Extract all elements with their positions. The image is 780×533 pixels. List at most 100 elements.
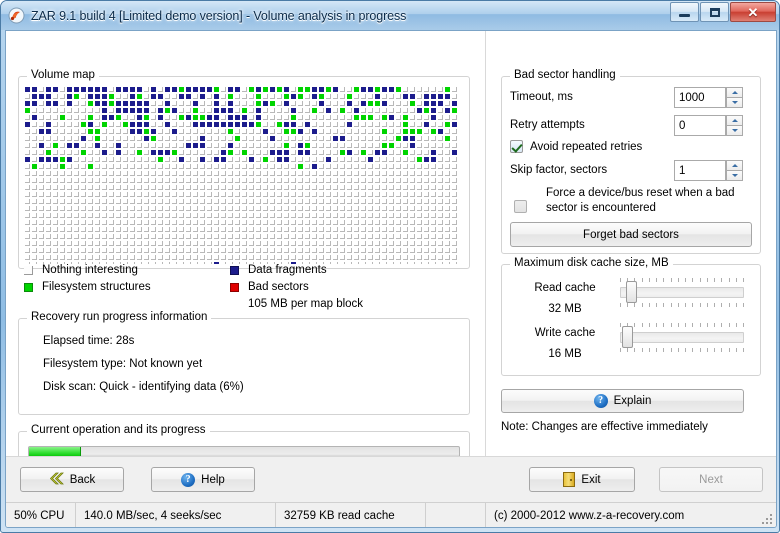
map-cell <box>46 136 51 141</box>
map-cell <box>389 87 394 92</box>
map-cell <box>326 206 331 211</box>
map-cell <box>368 255 373 260</box>
map-cell <box>53 94 58 99</box>
map-cell <box>445 199 450 204</box>
timeout-spin-up-button[interactable] <box>726 87 743 97</box>
back-button[interactable]: Back <box>20 467 124 492</box>
map-cell <box>88 94 93 99</box>
force-reset-checkbox[interactable] <box>514 200 527 213</box>
retry-attempts-stepper[interactable]: 0 <box>674 115 743 136</box>
title-bar[interactable]: ZAR 9.1 build 4 [Limited demo version] -… <box>1 1 779 30</box>
map-cell <box>298 248 303 253</box>
elapsed-time-text: Elapsed time: 28s <box>43 335 135 347</box>
map-cell <box>25 122 30 127</box>
map-cell <box>116 227 121 232</box>
map-cell <box>39 227 44 232</box>
skip-factor-spin-down-button[interactable] <box>726 170 743 181</box>
forget-bad-sectors-button[interactable]: Forget bad sectors <box>510 222 752 247</box>
exit-button[interactable]: Exit <box>529 467 635 492</box>
map-cell <box>284 115 289 120</box>
avoid-repeated-retries-checkbox[interactable] <box>510 140 523 153</box>
map-cell <box>144 122 149 127</box>
map-cell <box>235 164 240 169</box>
map-cell <box>284 234 289 239</box>
map-cell <box>158 185 163 190</box>
skip-factor-input[interactable]: 1 <box>674 160 726 181</box>
help-button[interactable]: ? Help <box>151 467 255 492</box>
map-cell <box>312 115 317 120</box>
map-cell <box>200 171 205 176</box>
skip-factor-spin-buttons[interactable] <box>726 160 743 181</box>
avoid-repeated-retries-checkbox-row[interactable]: Avoid repeated retries <box>510 140 642 153</box>
explain-button[interactable]: ? Explain <box>501 389 744 413</box>
map-cell <box>116 255 121 260</box>
map-cell <box>340 108 345 113</box>
map-cell <box>326 157 331 162</box>
map-cell <box>424 94 429 99</box>
map-cell <box>123 122 128 127</box>
map-cell <box>137 178 142 183</box>
map-cell <box>109 101 114 106</box>
map-cell <box>424 248 429 253</box>
read-slider-track[interactable] <box>620 287 744 298</box>
map-cell <box>53 227 58 232</box>
volume-map-canvas[interactable] <box>25 87 465 264</box>
skip-factor-stepper[interactable]: 1 <box>674 160 743 181</box>
retry-spin-buttons[interactable] <box>726 115 743 136</box>
map-cell <box>46 171 51 176</box>
map-cell <box>382 248 387 253</box>
retry-spin-up-button[interactable] <box>726 115 743 125</box>
map-cell <box>431 220 436 225</box>
retry-spin-down-button[interactable] <box>726 125 743 136</box>
maximize-button[interactable] <box>700 2 729 22</box>
read-slider-thumb[interactable] <box>626 281 638 303</box>
resize-grip[interactable] <box>762 514 774 526</box>
map-cell <box>438 108 443 113</box>
timeout-spin-buttons[interactable] <box>726 87 743 108</box>
map-cell <box>221 171 226 176</box>
map-cell <box>333 206 338 211</box>
map-cell <box>263 199 268 204</box>
map-cell <box>221 136 226 141</box>
map-cell <box>277 227 282 232</box>
map-cell <box>403 115 408 120</box>
map-cell <box>144 101 149 106</box>
timeout-stepper[interactable]: 1000 <box>674 87 743 108</box>
map-cell <box>291 101 296 106</box>
timeout-spin-down-button[interactable] <box>726 97 743 108</box>
map-cell <box>186 150 191 155</box>
map-cell <box>382 206 387 211</box>
map-cell <box>438 206 443 211</box>
map-cell <box>410 248 415 253</box>
map-cell <box>333 157 338 162</box>
map-cell <box>319 150 324 155</box>
map-cell <box>354 171 359 176</box>
write-slider-thumb[interactable] <box>622 326 634 348</box>
map-cell <box>158 143 163 148</box>
retry-attempts-input[interactable]: 0 <box>674 115 726 136</box>
map-cell <box>221 101 226 106</box>
write-slider-track[interactable] <box>620 332 744 343</box>
map-cell <box>116 185 121 190</box>
timeout-input[interactable]: 1000 <box>674 87 726 108</box>
map-cell <box>235 227 240 232</box>
map-cell <box>130 108 135 113</box>
map-cell <box>319 143 324 148</box>
map-cell <box>263 178 268 183</box>
close-button[interactable]: ✕ <box>730 2 776 22</box>
map-cell <box>74 192 79 197</box>
read-cache-slider[interactable] <box>620 277 744 308</box>
map-cell <box>403 178 408 183</box>
map-cell <box>88 143 93 148</box>
map-cell <box>123 213 128 218</box>
map-cell <box>158 108 163 113</box>
map-cell <box>67 234 72 239</box>
write-cache-slider[interactable] <box>620 322 744 353</box>
map-cell <box>179 206 184 211</box>
map-cell <box>333 171 338 176</box>
skip-factor-spin-up-button[interactable] <box>726 160 743 170</box>
map-cell <box>123 101 128 106</box>
minimize-button[interactable] <box>670 2 699 22</box>
map-cell <box>263 122 268 127</box>
map-cell <box>340 213 345 218</box>
